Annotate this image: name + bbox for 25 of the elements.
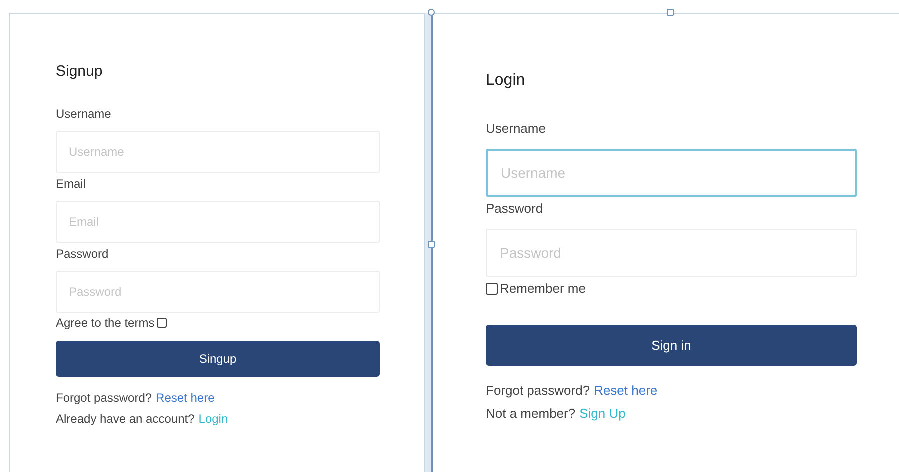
text-link[interactable]: Sign Up (580, 406, 626, 422)
field-label: Password (56, 247, 110, 261)
field-label: Email (56, 177, 88, 191)
text-link[interactable]: Reset here (156, 391, 215, 405)
submit-button[interactable]: Sign in (486, 325, 857, 366)
resize-handle-icon[interactable] (428, 9, 435, 16)
submit-button[interactable]: Singup (56, 341, 380, 377)
field-label: Password (486, 201, 544, 217)
form-title: Login (486, 71, 526, 90)
checkbox[interactable] (156, 318, 167, 328)
link-prompt: Forgot password? (56, 391, 152, 405)
text-link[interactable]: Login (198, 412, 228, 426)
field-label: Username (486, 121, 547, 137)
checkbox-label: Agree to the terms (56, 316, 155, 330)
resize-handle-icon[interactable] (428, 241, 435, 248)
checkbox[interactable] (486, 283, 498, 295)
form-title: Signup (56, 63, 104, 81)
text-link[interactable]: Reset here (594, 383, 658, 399)
input-field[interactable]: Username (486, 149, 857, 197)
resize-handle-icon[interactable] (667, 9, 674, 16)
link-prompt: Already have an account? (56, 412, 195, 426)
field-label: Username (56, 107, 112, 121)
link-prompt: Forgot password? (486, 383, 590, 399)
checkbox-label: Remember me (500, 281, 586, 297)
link-prompt: Not a member? (486, 406, 576, 422)
